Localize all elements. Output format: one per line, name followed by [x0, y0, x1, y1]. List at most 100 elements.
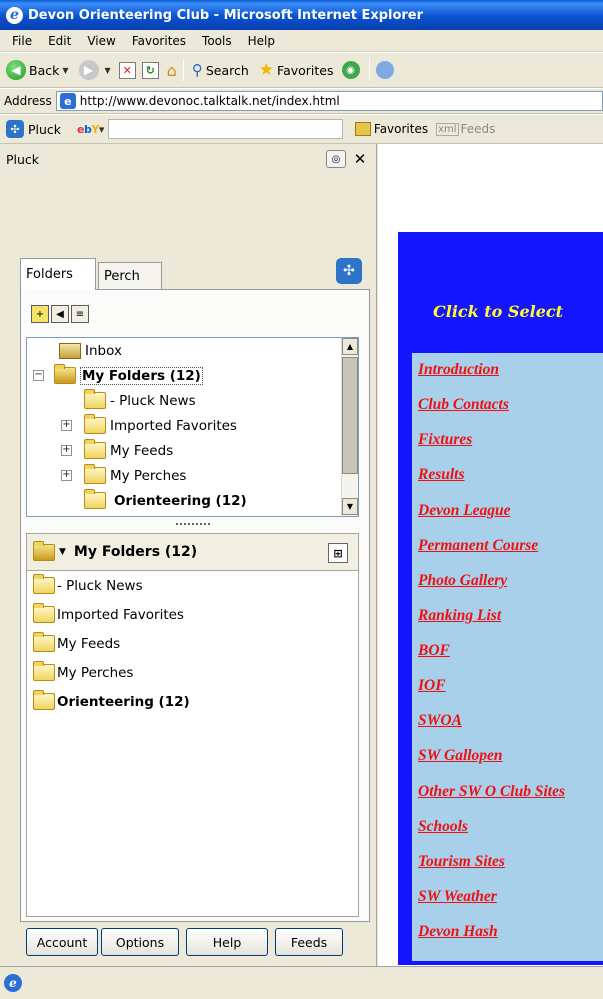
nav-link[interactable]: Permanent Course — [418, 537, 538, 555]
pluck-search-input[interactable] — [107, 119, 343, 139]
refresh-icon[interactable]: ↻ — [141, 61, 159, 79]
menu-tools[interactable]: Tools — [194, 34, 240, 48]
options-button[interactable]: Options — [101, 928, 179, 956]
address-label: Address — [4, 94, 52, 108]
stop-icon[interactable]: ✕ — [118, 61, 136, 79]
nav-link[interactable]: Ranking List — [418, 607, 501, 625]
folder-icon — [33, 690, 55, 710]
chat-bubble-icon[interactable]: ◎ — [326, 150, 346, 168]
tree-item-label: My Folders (12) — [80, 366, 203, 385]
pluck-feeds-button[interactable]: xml Feeds — [436, 122, 495, 136]
list-item[interactable]: - Pluck News — [27, 571, 358, 600]
favorites-label: Favorites — [277, 62, 334, 78]
list-item[interactable]: My Perches — [27, 658, 358, 687]
address-bar: Address e http://www.devonoc.talktalk.ne… — [0, 88, 603, 114]
nav-link[interactable]: Devon Hash — [418, 923, 498, 941]
page-heading: Click to Select — [433, 302, 564, 321]
scroll-down-icon[interactable]: ▼ — [342, 498, 358, 515]
star-icon: ★ — [258, 60, 275, 80]
back-dropdown-icon[interactable]: ▼ — [62, 66, 68, 75]
tree-item-my-feeds[interactable]: + My Feeds — [61, 438, 173, 463]
nav-link[interactable]: BOF — [418, 642, 450, 660]
nav-link[interactable]: Devon League — [418, 502, 511, 520]
tree-item-pluck-news[interactable]: - Pluck News — [84, 388, 196, 413]
tree-item-imported-favorites[interactable]: + Imported Favorites — [61, 413, 237, 438]
nav-link[interactable]: SW Weather — [418, 888, 497, 906]
nav-link[interactable]: Results — [418, 466, 465, 484]
menu-help[interactable]: Help — [240, 34, 283, 48]
folder-dropdown-icon[interactable]: ▼ — [59, 547, 66, 557]
ebay-icon[interactable]: ebY▾ — [77, 123, 104, 136]
pluck-tabs: Folders Perch ✣ — [20, 256, 370, 290]
nav-link[interactable]: Fixtures — [418, 431, 472, 449]
pluck-favorites-button[interactable]: Favorites — [354, 122, 428, 136]
help-button[interactable]: Help — [186, 928, 268, 956]
tree-item-my-folders[interactable]: − My Folders (12) — [33, 363, 203, 388]
scroll-up-icon[interactable]: ▲ — [342, 338, 358, 355]
tree-item-label: Orienteering (12) — [114, 492, 247, 509]
tab-perch[interactable]: Perch — [98, 262, 162, 290]
nav-link[interactable]: Other SW O Club Sites — [418, 783, 565, 801]
back-button[interactable]: ◀ Back ▼ — [4, 57, 71, 83]
address-input[interactable]: e http://www.devonoc.talktalk.net/index.… — [55, 91, 603, 111]
menu-favorites[interactable]: Favorites — [124, 34, 194, 48]
tab-folders[interactable]: Folders — [20, 258, 96, 290]
nav-link[interactable]: IOF — [418, 677, 446, 695]
favorites-button[interactable]: ★ Favorites — [257, 57, 336, 83]
tree-item-my-perches[interactable]: + My Perches — [61, 463, 186, 488]
forward-button[interactable]: ▶ ▼ — [77, 57, 113, 83]
nav-link[interactable]: SW Gallopen — [418, 747, 503, 765]
folder-icon — [33, 574, 55, 594]
scroll-thumb[interactable] — [342, 357, 358, 474]
history-icon[interactable] — [375, 61, 394, 79]
nav-link[interactable]: SWOA — [418, 712, 462, 730]
pluck-panel-header: Pluck ◎ ✕ — [0, 144, 376, 174]
tree-item-label: Inbox — [85, 342, 122, 359]
feeds-button[interactable]: Feeds — [275, 928, 343, 956]
nav-link[interactable]: Introduction — [418, 361, 499, 379]
menu-view[interactable]: View — [79, 34, 123, 48]
nav-link[interactable]: Schools — [418, 818, 468, 836]
open-folder-icon — [33, 540, 55, 561]
collapse-icon[interactable]: − — [33, 370, 44, 381]
expand-icon[interactable]: + — [61, 420, 72, 431]
list-item-label: My Feeds — [57, 635, 121, 652]
title-bar: e Devon Orienteering Club - Microsoft In… — [0, 0, 603, 30]
folder-icon — [84, 464, 106, 484]
list-item[interactable]: Orienteering (12) — [27, 687, 358, 716]
close-icon[interactable]: ✕ — [350, 150, 370, 168]
tree-item-inbox[interactable]: Inbox — [59, 338, 122, 363]
search-button[interactable]: ⚲ Search — [190, 57, 251, 83]
home-icon[interactable]: ⌂ — [167, 61, 177, 80]
account-button[interactable]: Account — [26, 928, 98, 956]
tree-item-orienteering[interactable]: Orienteering (12) — [84, 488, 247, 513]
expand-icon[interactable]: + — [61, 470, 72, 481]
expand-icon[interactable]: + — [61, 445, 72, 456]
forward-arrow-icon: ▶ — [78, 60, 99, 80]
menu-edit[interactable]: Edit — [40, 34, 79, 48]
pluck-button[interactable]: ✣ Pluck — [4, 116, 63, 142]
menu-file[interactable]: File — [4, 34, 40, 48]
forward-dropdown-icon[interactable]: ▼ — [105, 66, 111, 75]
nav-link[interactable]: Club Contacts — [418, 396, 509, 414]
toolbar-separator — [182, 59, 184, 81]
pane-splitter[interactable] — [26, 519, 359, 529]
folder-tree: Inbox − My Folders (12) - Pluck News + I… — [26, 337, 359, 517]
tab-folders-label: Folders — [26, 267, 73, 282]
web-page-content: Click to Select Introduction Club Contac… — [378, 144, 603, 966]
folder-icon — [84, 439, 106, 459]
list-item[interactable]: Imported Favorites — [27, 600, 358, 629]
tree-item-label: Imported Favorites — [110, 417, 237, 434]
new-item-icon[interactable]: ⊞ — [328, 543, 348, 563]
pluck-logo-icon: ✣ — [6, 120, 24, 138]
nav-link[interactable]: Photo Gallery — [418, 572, 507, 590]
media-icon[interactable]: ◉ — [341, 61, 360, 79]
list-item[interactable]: My Feeds — [27, 629, 358, 658]
tree-scrollbar[interactable]: ▲ ▼ — [341, 338, 358, 516]
properties-icon[interactable]: ≡ — [71, 305, 89, 323]
new-folder-icon[interactable]: + — [31, 305, 49, 323]
speaker-icon[interactable]: ◀ — [51, 305, 69, 323]
window-title: Devon Orienteering Club - Microsoft Inte… — [28, 7, 424, 23]
folder-list-header: ▼ My Folders (12) ⊞ — [26, 533, 359, 571]
nav-link[interactable]: Tourism Sites — [418, 853, 505, 871]
